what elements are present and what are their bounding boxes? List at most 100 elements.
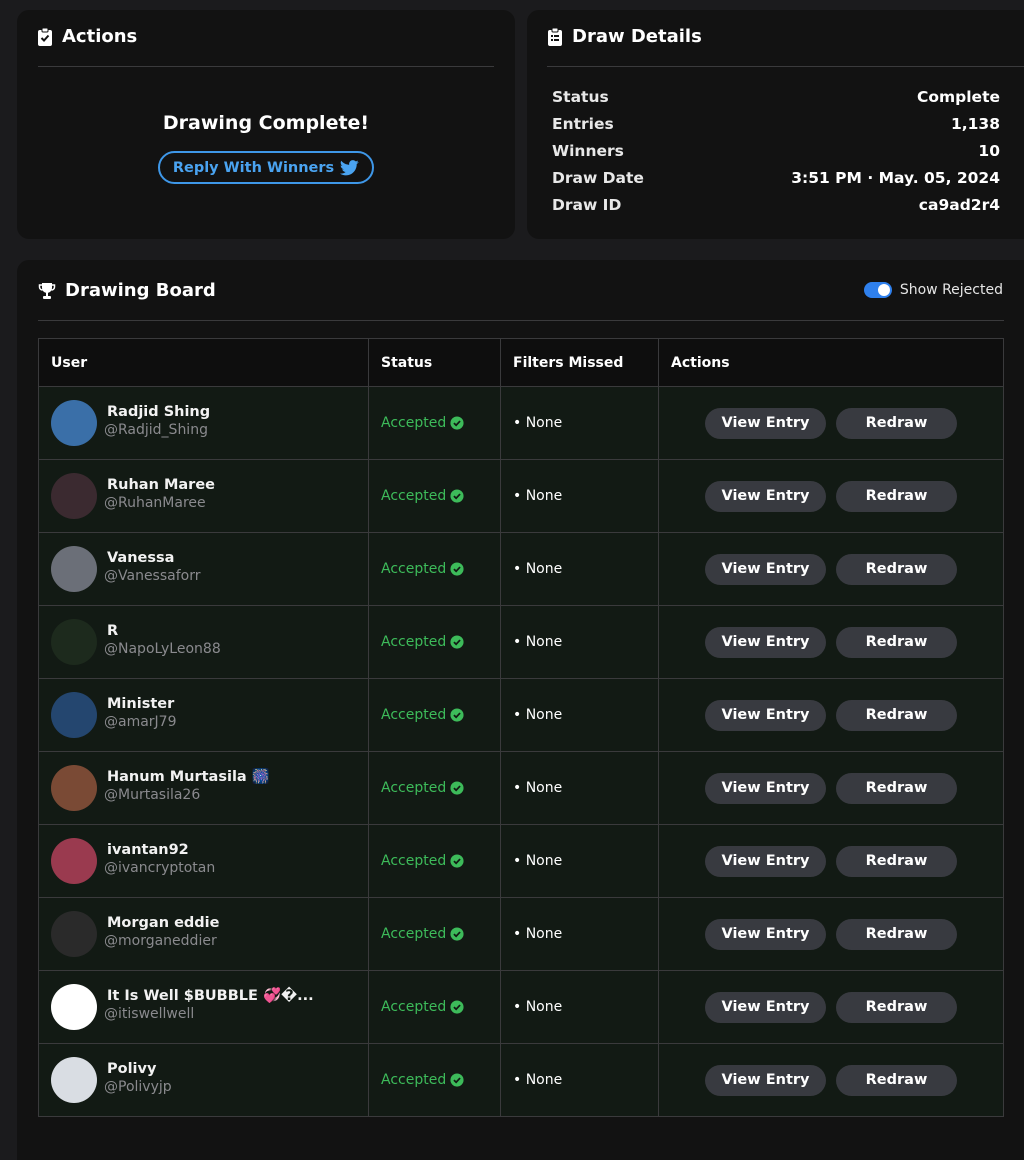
redraw-button[interactable]: Redraw [836,1064,957,1096]
user-cell: Polivy @Polivyjp [38,1043,369,1117]
detail-row-draw-date: Draw Date 3:51 PM · May. 05, 2024 [552,169,1000,187]
view-entry-button[interactable]: View Entry [705,407,826,439]
user-name[interactable]: Vanessa [107,549,200,567]
status-text: Accepted [381,634,447,650]
avatar[interactable] [51,1057,97,1103]
table-row: Radjid Shing @Radjid_Shing Accepted • No… [38,386,1004,460]
user-name[interactable]: Polivy [107,1060,172,1078]
status-text: Accepted [381,561,447,577]
user-cell: Ruhan Maree @RuhanMaree [38,459,369,533]
actions-cell: View Entry Redraw [658,532,1004,606]
user-handle[interactable]: @amarJ79 [104,713,177,731]
table-row: Vanessa @Vanessaforr Accepted • None Vie… [38,532,1004,606]
column-header-status[interactable]: Status [368,338,501,387]
view-entry-button[interactable]: View Entry [705,1064,826,1096]
actions-cell: View Entry Redraw [658,459,1004,533]
user-handle[interactable]: @Polivyjp [104,1078,172,1096]
view-entry-button[interactable]: View Entry [705,699,826,731]
status-text: Accepted [381,488,447,504]
avatar[interactable] [51,473,97,519]
check-circle-icon [450,781,464,795]
user-handle[interactable]: @Vanessaforr [104,567,200,585]
view-entry-button[interactable]: View Entry [705,991,826,1023]
redraw-button[interactable]: Redraw [836,553,957,585]
view-entry-button[interactable]: View Entry [705,918,826,950]
redraw-button[interactable]: Redraw [836,626,957,658]
redraw-button[interactable]: Redraw [836,918,957,950]
detail-row-winners: Winners 10 [552,142,1000,160]
filters-missed-value: • None [513,853,563,869]
show-rejected-toggle-group[interactable]: Show Rejected [863,282,1003,298]
user-handle[interactable]: @RuhanMaree [104,494,215,512]
show-rejected-toggle[interactable] [863,282,892,298]
avatar[interactable] [51,911,97,957]
user-handle[interactable]: @morganeddier [104,932,219,950]
redraw-button[interactable]: Redraw [836,991,957,1023]
actions-cell: View Entry Redraw [658,970,1004,1044]
detail-label: Draw Date [552,169,644,187]
filters-cell: • None [500,605,659,679]
user-handle[interactable]: @Radjid_Shing [104,421,210,439]
actions-panel: Actions Drawing Complete! Reply With Win… [17,10,515,239]
redraw-button[interactable]: Redraw [836,480,957,512]
actions-cell: View Entry Redraw [658,386,1004,460]
user-handle[interactable]: @itiswellwell [104,1005,314,1023]
filters-missed-value: • None [513,561,563,577]
check-circle-icon [450,635,464,649]
user-name[interactable]: Hanum Murtasila 🎆 [107,768,270,786]
table-row: ivantan92 @ivancryptotan Accepted • None… [38,824,1004,898]
actions-cell: View Entry Redraw [658,824,1004,898]
avatar[interactable] [51,400,97,446]
drawing-board-panel: Drawing Board Show Rejected User Status … [17,260,1024,1160]
twitter-bird-icon [340,159,359,175]
status-cell: Accepted [368,678,501,752]
avatar[interactable] [51,765,97,811]
filters-missed-value: • None [513,999,563,1015]
view-entry-button[interactable]: View Entry [705,772,826,804]
user-handle[interactable]: @NapoLyLeon88 [104,640,221,658]
filters-missed-value: • None [513,707,563,723]
column-header-user[interactable]: User [38,338,369,387]
view-entry-button[interactable]: View Entry [705,480,826,512]
redraw-button[interactable]: Redraw [836,699,957,731]
user-name[interactable]: Minister [107,695,177,713]
filters-missed-value: • None [513,488,563,504]
avatar[interactable] [51,692,97,738]
reply-with-winners-button[interactable]: Reply With Winners [158,151,374,184]
filters-missed-value: • None [513,926,563,942]
filters-missed-value: • None [513,634,563,650]
user-name[interactable]: R [107,622,221,640]
user-name[interactable]: It Is Well $BUBBLE 💞�... [107,987,314,1005]
avatar[interactable] [51,546,97,592]
detail-row-draw-id: Draw ID ca9ad2r4 [552,196,1000,214]
avatar[interactable] [51,984,97,1030]
reply-button-label: Reply With Winners [172,159,335,176]
table-row: Polivy @Polivyjp Accepted • None View En… [38,1043,1004,1117]
actions-cell: View Entry Redraw [658,751,1004,825]
view-entry-button[interactable]: View Entry [705,626,826,658]
user-name[interactable]: Morgan eddie [107,914,219,932]
status-cell: Accepted [368,459,501,533]
user-handle[interactable]: @Murtasila26 [104,786,270,804]
show-rejected-label: Show Rejected [899,282,1003,298]
view-entry-button[interactable]: View Entry [705,553,826,585]
status-text: Accepted [381,707,447,723]
status-cell: Accepted [368,386,501,460]
status-text: Accepted [381,853,447,869]
column-header-filters-missed[interactable]: Filters Missed [500,338,659,387]
filters-cell: • None [500,897,659,971]
avatar[interactable] [51,838,97,884]
view-entry-button[interactable]: View Entry [705,845,826,877]
redraw-button[interactable]: Redraw [836,845,957,877]
column-header-actions: Actions [658,338,1004,387]
redraw-button[interactable]: Redraw [836,407,957,439]
user-name[interactable]: ivantan92 [107,841,215,859]
user-cell: R @NapoLyLeon88 [38,605,369,679]
user-name[interactable]: Ruhan Maree [107,476,215,494]
user-name[interactable]: Radjid Shing [107,403,210,421]
avatar[interactable] [51,619,97,665]
user-handle[interactable]: @ivancryptotan [104,859,215,877]
redraw-button[interactable]: Redraw [836,772,957,804]
filters-missed-value: • None [513,1072,563,1088]
actions-cell: View Entry Redraw [658,1043,1004,1117]
